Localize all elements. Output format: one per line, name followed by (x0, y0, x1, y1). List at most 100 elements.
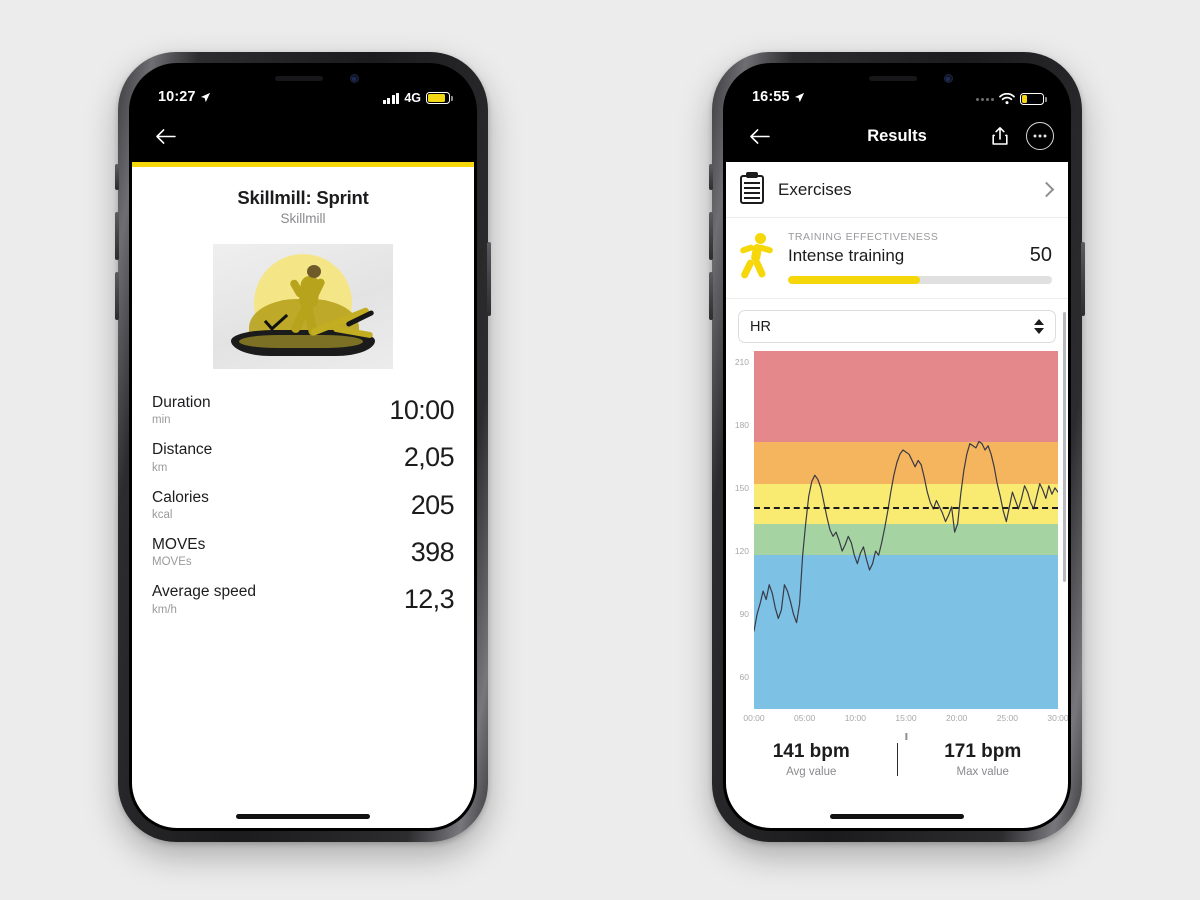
summary-avg-label: Avg value (786, 766, 837, 778)
mute-switch[interactable] (709, 164, 713, 190)
power-button[interactable] (1081, 242, 1085, 316)
workout-detail-sheet: Skillmill: Sprint Skillmill Duration min… (132, 162, 474, 828)
x-axis-tick-label: 05:00 (794, 713, 816, 723)
battery-low-icon (1020, 93, 1047, 105)
workout-body: Skillmill: Sprint Skillmill Duration min… (132, 167, 474, 828)
stat-label: Distance (152, 441, 213, 459)
home-indicator[interactable] (830, 814, 964, 819)
stepper-arrows-icon (1034, 319, 1044, 334)
stat-unit: kcal (152, 509, 173, 521)
workout-title-block: Skillmill: Sprint Skillmill (132, 183, 474, 236)
training-effectiveness-main: TRAINING EFFECTIVENESS Intense training … (788, 231, 1052, 284)
front-camera-icon (350, 74, 359, 83)
stat-unit: km/h (152, 603, 177, 616)
stat-unit: min (152, 414, 171, 427)
share-button[interactable] (986, 122, 1014, 150)
stat-value: 12,3 (403, 584, 455, 615)
metric-selector-wrapper: HR (726, 299, 1068, 351)
skillmill-product-image (213, 244, 393, 369)
summary-avg-value: 141 bpm (772, 741, 850, 762)
x-axis-tick-label: 25:00 (996, 713, 1018, 723)
metric-selector-value: HR (750, 318, 771, 335)
network-type-label: 4G (404, 91, 421, 105)
more-options-icon (1033, 134, 1047, 138)
training-effectiveness-progress-track (788, 276, 1052, 284)
status-indicators-left: 4G (382, 91, 453, 105)
y-axis-tick-label: 210 (734, 356, 749, 367)
stat-row-distance: Distance km 2,05 (152, 438, 455, 485)
status-indicators-right (976, 93, 1047, 105)
power-button[interactable] (487, 242, 491, 316)
stat-left-duration: Duration min (152, 393, 211, 428)
volume-up-button[interactable] (709, 212, 713, 260)
x-axis-tick-label: 30:00 (1047, 713, 1068, 723)
y-axis-tick-label: 150 (734, 482, 749, 493)
home-indicator[interactable] (236, 814, 370, 819)
training-effectiveness-row: TRAINING EFFECTIVENESS Intense training … (726, 218, 1068, 299)
phone-device-left: 10:27 4G Skillmill: Sprint Skillmill Dur… (115, 52, 491, 842)
volume-down-button[interactable] (709, 272, 713, 320)
results-sheet: Exercises TRAINING EFFECTIVENESS Intense… (726, 162, 1068, 828)
mute-switch[interactable] (115, 164, 119, 190)
signal-dots-icon (976, 97, 994, 101)
back-button[interactable] (744, 121, 774, 151)
phone-bezel-right: 16:55 Results Exercises TRAINING EFFECTI… (723, 63, 1071, 831)
hr-summary-stats: 141 bpm Avg value 171 bpm Max value (726, 729, 1068, 792)
page-title: Skillmill: Sprint (237, 187, 369, 208)
screenshot-stage: 10:27 4G Skillmill: Sprint Skillmill Dur… (0, 0, 1200, 900)
phone-device-right: 16:55 Results Exercises TRAINING EFFECTI… (709, 52, 1085, 842)
training-effectiveness-progress-fill (788, 276, 920, 284)
status-time-group: 10:27 (158, 89, 211, 105)
earpiece-speaker (869, 76, 918, 81)
training-effectiveness-score: 50 (1029, 244, 1052, 266)
stat-left-distance: Distance km (152, 440, 212, 475)
training-effectiveness-line: Intense training 50 (788, 244, 1052, 267)
y-axis-tick-label: 60 (739, 672, 749, 683)
notch-right (815, 66, 979, 94)
more-options-button[interactable] (1026, 122, 1054, 150)
chevron-right-icon (1038, 181, 1055, 198)
exercises-row[interactable]: Exercises (726, 162, 1068, 218)
stat-label: Duration (152, 394, 211, 411)
nav-bar-right: Results (726, 110, 1068, 162)
stat-row-moves: MOVEs MOVEs 398 (152, 533, 455, 580)
back-button[interactable] (150, 121, 180, 151)
summary-avg: 141 bpm Avg value (726, 741, 897, 778)
workout-stats-list: Duration min 10:00 Distance km 2,05 Calo… (132, 391, 474, 628)
back-arrow-icon (155, 128, 176, 144)
stat-value: 398 (410, 537, 455, 568)
status-time: 16:55 (752, 89, 790, 105)
location-arrow-icon (200, 92, 210, 102)
y-axis-tick-label: 90 (739, 609, 749, 620)
status-time: 10:27 (158, 89, 196, 105)
stat-unit: MOVEs (152, 556, 192, 569)
stat-left-calories: Calories kcal (152, 488, 209, 523)
volume-down-button[interactable] (115, 272, 119, 320)
notch-left (221, 66, 385, 94)
hr-line-series (754, 351, 1058, 709)
stat-value: 10:00 (389, 395, 454, 426)
y-axis-tick-label: 180 (734, 419, 749, 430)
x-axis-center-tick (905, 733, 907, 740)
stat-left-moves: MOVEs MOVEs (152, 535, 205, 570)
volume-up-button[interactable] (115, 212, 119, 260)
summary-max-value: 171 bpm (944, 741, 1022, 762)
metric-selector[interactable]: HR (738, 310, 1056, 343)
wifi-icon (999, 93, 1015, 105)
workout-subtitle: Skillmill (280, 211, 326, 226)
stat-value: 2,05 (403, 442, 455, 473)
summary-max-label: Max value (956, 766, 1009, 778)
y-axis-tick-label: 120 (734, 546, 749, 557)
signal-bars-icon (382, 92, 400, 104)
location-arrow-icon (794, 92, 804, 102)
nav-bar-left (132, 110, 474, 162)
phone-bezel-left: 10:27 4G Skillmill: Sprint Skillmill Dur… (129, 63, 477, 831)
stat-left-average-speed: Average speed km/h (152, 582, 256, 617)
scroll-indicator[interactable] (1063, 312, 1066, 582)
x-axis-tick-label: 10:00 (844, 713, 866, 723)
earpiece-speaker (275, 76, 324, 81)
front-camera-icon (944, 74, 953, 83)
x-axis-tick-label: 00:00 (743, 713, 765, 723)
hr-chart-plot[interactable]: 210 180 150 120 90 60 (735, 351, 1058, 709)
x-axis-tick-label: 15:00 (895, 713, 917, 740)
